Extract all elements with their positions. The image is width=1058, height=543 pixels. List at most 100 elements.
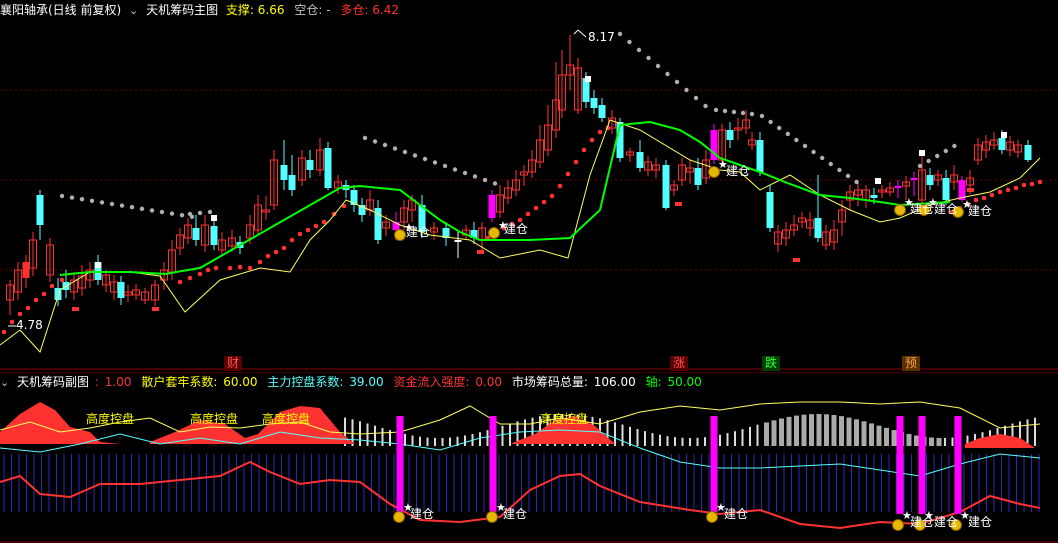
resistance-dot	[69, 195, 75, 200]
resistance-dot	[655, 63, 661, 69]
control-label: 高度控盘	[190, 412, 239, 426]
build-marker-label: 建仓	[968, 204, 993, 218]
chip-bar-top	[629, 426, 631, 446]
sub-title[interactable]: 天机筹码副图	[17, 375, 89, 389]
badge-zhang[interactable]: 涨	[670, 356, 689, 371]
chip-bar-top	[906, 433, 912, 446]
badge-die[interactable]: 跌	[762, 356, 781, 371]
chip-bar-top	[419, 436, 421, 446]
chip-bar-top	[809, 414, 814, 446]
resistance-dot	[828, 161, 833, 167]
badge-cai[interactable]: 财	[224, 356, 243, 371]
empty-label: 空仓:	[294, 3, 323, 17]
support-dot	[565, 171, 571, 177]
param5-label: 市场筹码总量:	[511, 375, 588, 389]
chip-bar-top	[741, 429, 744, 446]
support-dot	[597, 129, 603, 135]
sub-build-label: 建仓	[724, 507, 749, 521]
chip-bar-top	[704, 437, 706, 446]
resistance-dot	[802, 143, 808, 149]
circle-chevron-icon[interactable]: ⌄	[0, 376, 9, 389]
resistance-dot	[674, 79, 680, 85]
sub-build-label: 建仓	[910, 515, 935, 529]
support-dot	[525, 211, 531, 217]
resistance-dot	[492, 181, 498, 186]
chip-bar-top	[719, 434, 721, 446]
param6-label: 轴:	[645, 375, 662, 389]
resistance-dot	[119, 203, 125, 208]
support-dot	[247, 265, 253, 271]
build-marker-label: 建仓	[934, 202, 959, 216]
sub-build-label: 建仓	[968, 515, 993, 529]
chip-bar-top	[636, 429, 639, 446]
chip-bar-top	[696, 437, 699, 446]
support-dot	[589, 137, 595, 143]
chip-bar-top	[749, 426, 751, 446]
main-chart-header: 襄阳轴承(日线 前复权) ⌄ 天机筹码主图 支撑: 6.66 空仓: - 多仓:…	[0, 0, 1058, 20]
support-dot	[273, 249, 279, 255]
build-bar	[489, 416, 497, 512]
main-chart-panel[interactable]: ★ ★ ★ ★ ★ ★ 襄阳轴承(日线 前复权) ⌄ 天机筹码主图 支撑: 6.66 空仓…	[0, 0, 1058, 371]
build-marker-label: 建仓	[504, 222, 529, 236]
resistance-dot	[794, 137, 799, 143]
chip-bar-top	[734, 431, 736, 446]
support-dot	[49, 283, 55, 289]
resistance-dot	[845, 173, 851, 179]
build-marker-label: 建仓	[406, 225, 431, 239]
chip-bar-top	[771, 420, 777, 446]
chip-bar-top	[651, 433, 654, 446]
support-dot	[321, 219, 327, 225]
support-dot	[1029, 181, 1035, 187]
chip-bar-top	[674, 437, 676, 446]
chip-bar-top	[816, 414, 822, 446]
chip-bar-top	[449, 437, 451, 446]
candle-body	[454, 240, 462, 242]
resistance-dot	[617, 31, 623, 37]
control-label: 高度控盘	[540, 412, 589, 426]
chip-bar-top	[869, 423, 874, 446]
resistance-dot	[169, 211, 175, 216]
build-bar	[954, 416, 962, 514]
resistance-dot	[432, 160, 438, 165]
resistance-dot	[129, 205, 135, 210]
build-marker-label: 建仓	[726, 164, 751, 178]
build-bar	[918, 416, 926, 514]
badge-yu[interactable]: 预	[902, 356, 921, 371]
support-dot	[997, 189, 1003, 195]
candle-body	[726, 130, 734, 140]
resistance-dot	[646, 55, 651, 61]
chip-bar-top	[794, 415, 799, 446]
support-dot	[313, 223, 319, 229]
support-dot	[265, 253, 271, 259]
resistance-dot	[207, 209, 213, 215]
chip-bar-top	[929, 437, 934, 446]
chip-bar-top	[846, 417, 852, 446]
support-dot	[177, 279, 183, 285]
support-dot	[305, 227, 311, 233]
resistance-dot	[109, 201, 115, 207]
build-bar	[396, 416, 404, 512]
chip-bar-top	[681, 437, 684, 446]
main-chart-canvas[interactable]: ★ ★★★ ★ ★	[0, 0, 1058, 370]
chip-bar-top	[764, 422, 769, 446]
circle-chevron-icon[interactable]: ⌄	[129, 4, 138, 17]
chip-bar-top	[839, 416, 844, 446]
resistance-dot	[412, 153, 418, 158]
indicator-title[interactable]: 天机筹码主图	[146, 3, 218, 17]
candle-body	[590, 98, 598, 108]
sub-chart-canvas[interactable]: ★ ★ ★★ ★ ★	[0, 372, 1058, 543]
support-dot	[17, 311, 23, 317]
chip-bar-top	[786, 416, 792, 446]
chip-bar-top	[659, 434, 661, 446]
chip-bar-top	[831, 415, 837, 446]
chip-bar-top	[861, 421, 867, 446]
candle-body	[306, 160, 314, 170]
resistance-dot	[943, 148, 948, 154]
resistance-dot	[785, 131, 790, 137]
support-dot	[989, 192, 995, 198]
support-dot	[1, 329, 7, 335]
chip-bar-top	[501, 425, 504, 446]
chip-bar-top	[464, 435, 466, 446]
sub-chart-panel[interactable]: ★ ★ ★ ★ ★ ★ ⌄ 天机筹码副图 : 1.00 散户套牢系数: 60.00 主力控…	[0, 372, 1058, 543]
chip-bar-top	[756, 424, 759, 446]
